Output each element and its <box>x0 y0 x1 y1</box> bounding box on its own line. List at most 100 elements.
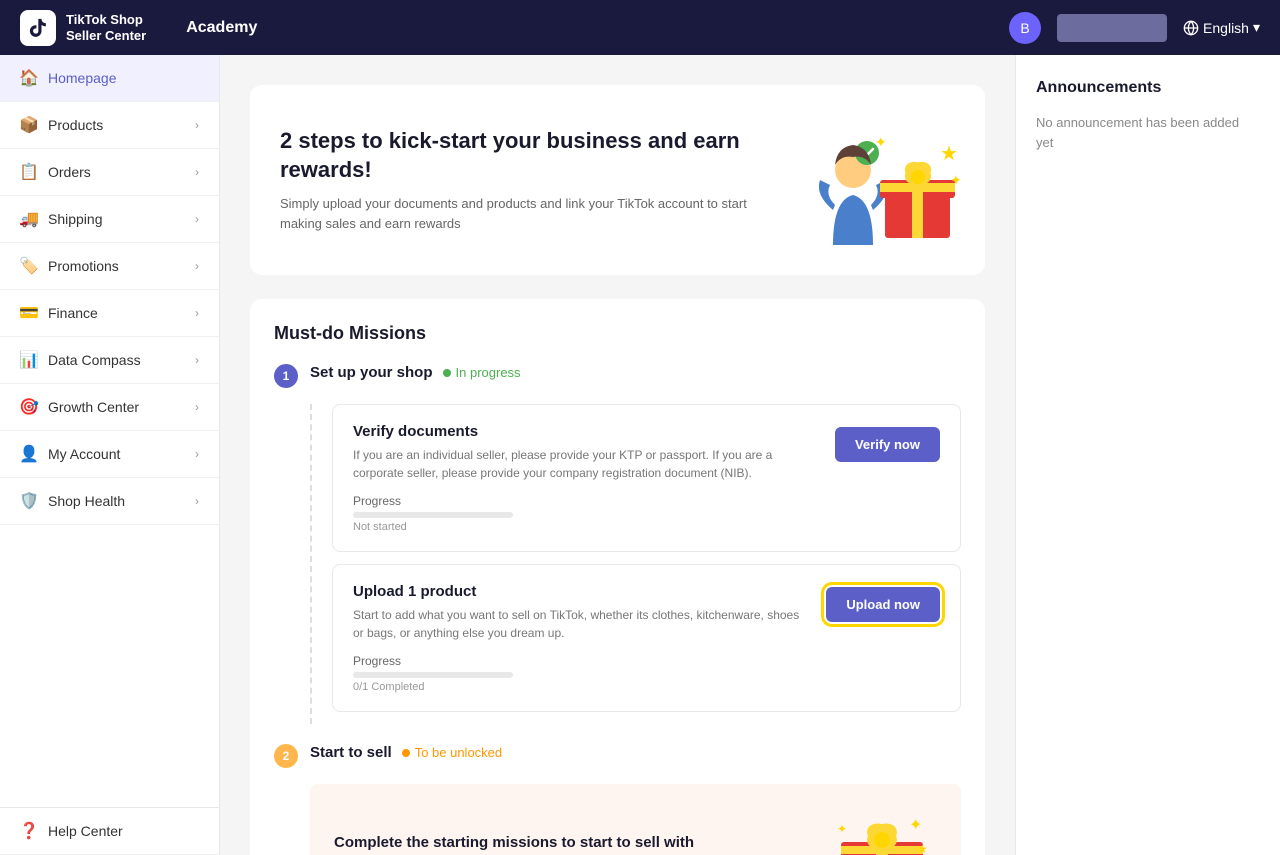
header-nav: Academy <box>166 19 989 37</box>
step-2-label: Start to sell <box>310 744 392 761</box>
sidebar-item-orders[interactable]: 📋 Orders › <box>0 149 219 196</box>
sidebar-item-data-compass[interactable]: 📊 Data Compass › <box>0 337 219 384</box>
main-content: 2 steps to kick-start your business and … <box>220 55 1015 855</box>
sidebar-item-shop-health[interactable]: 🛡️ Shop Health › <box>0 478 219 525</box>
no-announcement-message: No announcement has been added yet <box>1036 113 1260 152</box>
chevron-right-icon: › <box>195 400 199 414</box>
sidebar-shop-health-label: Shop Health <box>48 493 125 509</box>
sidebar-finance-label: Finance <box>48 305 98 321</box>
svg-text:✦: ✦ <box>950 172 960 188</box>
task-verify-desc: If you are an individual seller, please … <box>353 446 815 482</box>
upload-now-button[interactable]: Upload now <box>826 587 940 622</box>
svg-text:★: ★ <box>917 842 928 855</box>
chevron-right-icon: › <box>195 494 199 508</box>
promotions-icon: 🏷️ <box>20 257 38 275</box>
chevron-right-icon: › <box>195 165 199 179</box>
mission-step-2: 2 Start to sell To be unlocked <box>274 744 961 768</box>
main-layout: 🏠 Homepage 📦 Products › 📋 Orders › 🚚 Shi… <box>0 55 1280 855</box>
help-icon: ❓ <box>20 822 38 840</box>
step-1-label: Set up your shop <box>310 364 433 381</box>
sidebar-item-homepage[interactable]: 🏠 Homepage <box>0 55 219 102</box>
sidebar-item-my-account[interactable]: 👤 My Account › <box>0 431 219 478</box>
step2-card: Complete the starting missions to start … <box>310 784 961 855</box>
sidebar-item-help[interactable]: ❓ Help Center <box>0 808 219 855</box>
step-1-status: In progress <box>443 365 521 380</box>
growth-center-icon: 🎯 <box>20 398 38 416</box>
step2-card-text: Complete the starting missions to start … <box>334 832 734 855</box>
hero-text: 2 steps to kick-start your business and … <box>280 127 780 233</box>
hero-title: 2 steps to kick-start your business and … <box>280 127 780 184</box>
hero-card: 2 steps to kick-start your business and … <box>250 85 985 275</box>
hero-illustration: ★ ✦ ✦ <box>815 115 955 245</box>
task-verify-progress: Progress Not started <box>353 494 815 533</box>
mission-step-1: 1 Set up your shop In progress <box>274 364 961 388</box>
chevron-right-icon: › <box>195 259 199 273</box>
progress-label-1: Progress <box>353 494 815 508</box>
chevron-right-icon: › <box>195 212 199 226</box>
chevron-right-icon: › <box>195 118 199 132</box>
step-2-number: 2 <box>274 744 298 768</box>
sidebar-my-account-label: My Account <box>48 446 120 462</box>
avatar-button[interactable]: B <box>1009 12 1041 44</box>
sidebar-promotions-label: Promotions <box>48 258 119 274</box>
task-verify-info: Verify documents If you are an individua… <box>353 423 815 533</box>
sidebar-bottom: ❓ Help Center <box>0 807 219 855</box>
svg-text:✦: ✦ <box>909 817 922 834</box>
announcements-title: Announcements <box>1036 79 1260 97</box>
task-upload-info: Upload 1 product Start to add what you w… <box>353 583 806 693</box>
sidebar-growth-center-label: Growth Center <box>48 399 139 415</box>
header-nav-label: Academy <box>186 19 257 37</box>
sidebar-products-label: Products <box>48 117 103 133</box>
sidebar-item-shipping[interactable]: 🚚 Shipping › <box>0 196 219 243</box>
my-account-icon: 👤 <box>20 445 38 463</box>
shop-health-icon: 🛡️ <box>20 492 38 510</box>
step-2-status: To be unlocked <box>402 745 502 760</box>
top-header: TikTok Shop Seller Center Academy B Engl… <box>0 0 1280 55</box>
step-2-status-text: To be unlocked <box>415 745 502 760</box>
header-right: B English ▾ <box>1009 12 1260 44</box>
svg-text:✦: ✦ <box>837 822 847 836</box>
tiktok-logo-icon <box>20 10 56 46</box>
mission-tasks: Verify documents If you are an individua… <box>310 404 961 724</box>
status-dot-locked <box>402 749 410 757</box>
shipping-icon: 🚚 <box>20 210 38 228</box>
finance-icon: 💳 <box>20 304 38 322</box>
language-selector[interactable]: English ▾ <box>1183 19 1260 36</box>
verify-now-button[interactable]: Verify now <box>835 427 940 462</box>
sidebar-shipping-label: Shipping <box>48 211 103 227</box>
user-name-box <box>1057 14 1167 42</box>
home-icon: 🏠 <box>20 69 38 87</box>
sidebar-item-growth-center[interactable]: 🎯 Growth Center › <box>0 384 219 431</box>
step2-gift-illustration: ✦ ★ ✦ <box>827 808 937 855</box>
mission-step-2-section: 2 Start to sell To be unlocked Comple <box>274 744 961 855</box>
task-card-verify: Verify documents If you are an individua… <box>332 404 961 552</box>
task-upload-title: Upload 1 product <box>353 583 806 600</box>
sidebar-item-products[interactable]: 📦 Products › <box>0 102 219 149</box>
chevron-right-icon: › <box>195 353 199 367</box>
sidebar-item-promotions[interactable]: 🏷️ Promotions › <box>0 243 219 290</box>
logo: TikTok Shop Seller Center <box>20 10 146 46</box>
task-verify-title: Verify documents <box>353 423 815 440</box>
sidebar-homepage-label: Homepage <box>48 70 117 86</box>
missions-title: Must-do Missions <box>274 323 961 344</box>
language-label: English <box>1203 20 1249 36</box>
logo-line1: TikTok Shop <box>66 12 146 28</box>
progress-label-2: Progress <box>353 654 806 668</box>
svg-text:★: ★ <box>940 143 958 165</box>
orders-icon: 📋 <box>20 163 38 181</box>
chevron-down-icon: ▾ <box>1253 19 1260 36</box>
sidebar: 🏠 Homepage 📦 Products › 📋 Orders › 🚚 Shi… <box>0 55 220 855</box>
chevron-right-icon: › <box>195 447 199 461</box>
task-upload-desc: Start to add what you want to sell on Ti… <box>353 606 806 642</box>
chevron-right-icon: › <box>195 306 199 320</box>
svg-text:✦: ✦ <box>875 134 887 150</box>
products-icon: 📦 <box>20 116 38 134</box>
missions-card: Must-do Missions 1 Set up your shop In p… <box>250 299 985 855</box>
hero-description: Simply upload your documents and product… <box>280 194 760 233</box>
step-1-number: 1 <box>274 364 298 388</box>
sidebar-help-label: Help Center <box>48 823 123 839</box>
step-1-status-text: In progress <box>456 365 521 380</box>
task-card-upload: Upload 1 product Start to add what you w… <box>332 564 961 712</box>
status-dot-active <box>443 369 451 377</box>
sidebar-item-finance[interactable]: 💳 Finance › <box>0 290 219 337</box>
